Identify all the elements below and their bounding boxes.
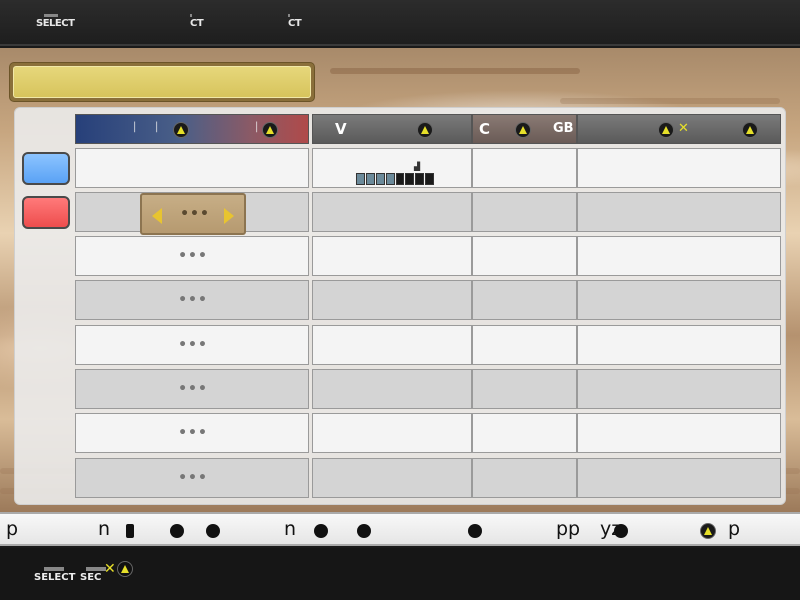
- column-header-c-sub: GB: [553, 121, 574, 136]
- table-cell[interactable]: [577, 369, 781, 409]
- top-select-label: SELECT: [36, 18, 75, 29]
- column-header-c-label: C: [479, 120, 491, 138]
- table-cell[interactable]: •••: [75, 280, 309, 320]
- bottom-select-label: SELECT: [34, 572, 76, 583]
- table-cell[interactable]: [577, 280, 781, 320]
- bottom-sec-label: SEC: [80, 572, 102, 583]
- table-row[interactable]: •••: [75, 369, 781, 409]
- top-bar: SELECT CT CT: [0, 0, 800, 46]
- triangle-button-icon: [417, 122, 433, 138]
- table-row[interactable]: •••: [75, 325, 781, 365]
- top-hint-2-label: CT: [190, 18, 204, 29]
- red-slot-button[interactable]: [22, 196, 70, 229]
- column-header-1[interactable]: │ │ │: [75, 114, 309, 144]
- top-hint-2: CT: [190, 14, 204, 29]
- glyph-icon: [170, 524, 184, 538]
- top-select-button[interactable]: SELECT: [36, 14, 75, 29]
- column-header-c[interactable]: C GB: [472, 114, 577, 144]
- glyph-icon: [614, 524, 628, 538]
- volume-meter-segment: [356, 173, 365, 185]
- volume-meter: [356, 173, 434, 185]
- triangle-button-icon: [700, 523, 716, 539]
- table-cell[interactable]: [577, 148, 781, 188]
- bottom-sec-button[interactable]: SEC: [80, 567, 106, 583]
- table-cell[interactable]: [312, 236, 472, 276]
- volume-meter-segment: [375, 173, 385, 185]
- volume-meter-segment: [425, 173, 434, 185]
- instruction-token: n: [284, 518, 297, 540]
- instruction-bar: p n n pp yz p: [0, 512, 800, 546]
- volume-cell[interactable]: ▟: [312, 148, 472, 188]
- column-header-volume[interactable]: V: [312, 114, 472, 144]
- table-cell[interactable]: [577, 236, 781, 276]
- triangle-button-icon: [742, 122, 758, 138]
- table-cell[interactable]: [577, 458, 781, 498]
- title-slot: [10, 63, 314, 101]
- title-text: [13, 66, 311, 98]
- table-cell[interactable]: •••: [75, 192, 309, 235]
- table-cell[interactable]: [472, 148, 577, 188]
- volume-meter-segment: [415, 173, 425, 185]
- volume-meter-segment: [365, 173, 375, 185]
- instruction-token: p: [728, 518, 741, 540]
- volume-marker-icon: ▟: [414, 162, 421, 171]
- table-row[interactable]: •••: [75, 280, 781, 320]
- table-cell[interactable]: •••: [75, 458, 309, 498]
- table-cell[interactable]: [312, 192, 472, 232]
- cross-button-icon: ✕: [678, 121, 689, 136]
- table-cell[interactable]: •••: [75, 236, 309, 276]
- table-cell[interactable]: [472, 280, 577, 320]
- bottom-select-button[interactable]: SELECT: [34, 567, 75, 583]
- triangle-button-icon: [658, 122, 674, 138]
- table-row[interactable]: •••: [75, 192, 781, 235]
- table-row[interactable]: •••: [75, 413, 781, 453]
- table-cell[interactable]: [577, 325, 781, 365]
- triangle-button-icon: [173, 122, 189, 138]
- table-row[interactable]: ▟: [75, 148, 781, 188]
- table-cell[interactable]: [472, 458, 577, 498]
- blue-slot-button[interactable]: [22, 152, 70, 185]
- table-cell[interactable]: [577, 413, 781, 453]
- triangle-button-icon: [262, 122, 278, 138]
- table-cell[interactable]: [312, 413, 472, 453]
- table-cell[interactable]: [472, 325, 577, 365]
- table-cell[interactable]: [577, 192, 781, 232]
- table-cell[interactable]: [312, 280, 472, 320]
- table-cell[interactable]: •••: [75, 325, 309, 365]
- volume-meter-segment: [395, 173, 405, 185]
- instruction-token: pp: [556, 518, 581, 540]
- table-row[interactable]: •••: [75, 236, 781, 276]
- table-cell[interactable]: [472, 413, 577, 453]
- table-cell[interactable]: [75, 148, 309, 188]
- top-hint-3-label: CT: [288, 18, 302, 29]
- arrow-right-icon[interactable]: [224, 208, 234, 224]
- table-cell[interactable]: •••: [75, 369, 309, 409]
- table-cell[interactable]: [472, 236, 577, 276]
- glyph-icon: [126, 524, 134, 538]
- triangle-button-icon: [515, 122, 531, 138]
- table-cell[interactable]: [312, 325, 472, 365]
- glyph-icon: [314, 524, 328, 538]
- table-row[interactable]: •••: [75, 458, 781, 498]
- instruction-token: p: [6, 518, 19, 540]
- cross-button-icon: ✕: [104, 561, 116, 577]
- value-selector[interactable]: •••: [140, 193, 246, 235]
- table-cell[interactable]: [472, 192, 577, 232]
- glyph-icon: [357, 524, 371, 538]
- instruction-token: n: [98, 518, 111, 540]
- triangle-button-icon: [117, 561, 133, 577]
- column-header-4[interactable]: ✕: [577, 114, 781, 144]
- top-hint-3: CT: [288, 14, 302, 29]
- volume-meter-segment: [405, 173, 415, 185]
- volume-meter-segment: [385, 173, 395, 185]
- glyph-icon: [468, 524, 482, 538]
- column-header-volume-label: V: [335, 120, 347, 138]
- bottom-bar: SELECT SEC ✕: [0, 548, 800, 600]
- table-cell[interactable]: •••: [75, 413, 309, 453]
- glyph-icon: [206, 524, 220, 538]
- table-cell[interactable]: [312, 369, 472, 409]
- table-cell[interactable]: [472, 369, 577, 409]
- table-cell[interactable]: [312, 458, 472, 498]
